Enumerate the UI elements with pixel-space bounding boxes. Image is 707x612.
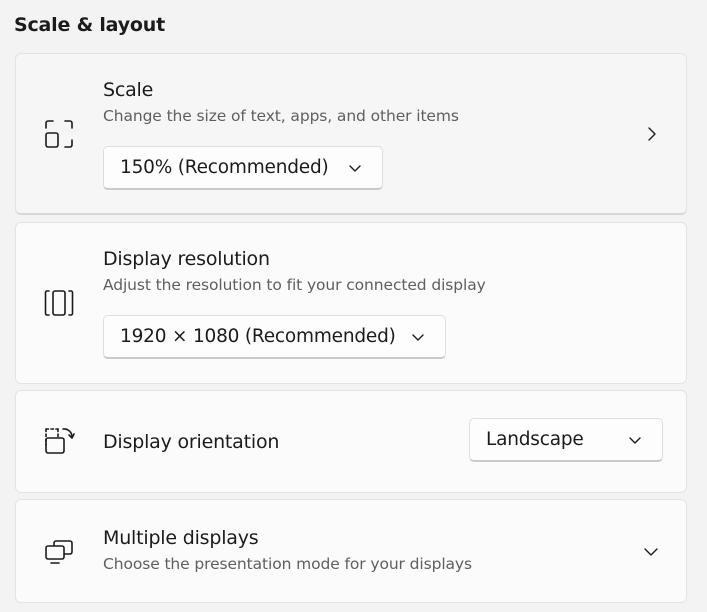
multiple-displays-card[interactable]: Multiple displays Choose the presentatio… — [15, 499, 687, 603]
scale-title: Scale — [103, 79, 154, 101]
resolution-icon — [44, 290, 74, 316]
scale-subtitle: Change the size of text, apps, and other… — [103, 107, 459, 125]
orientation-dropdown[interactable]: Landscape — [469, 418, 663, 462]
orientation-dropdown-value: Landscape — [486, 429, 584, 450]
chevron-down-icon — [412, 334, 424, 341]
chevron-right-icon[interactable] — [644, 126, 660, 142]
scale-card[interactable]: Scale Change the size of text, apps, and… — [15, 53, 687, 215]
resolution-card: Display resolution Adjust the resolution… — [15, 222, 687, 384]
scale-dropdown[interactable]: 150% (Recommended) — [103, 146, 383, 190]
resolution-subtitle: Adjust the resolution to fit your connec… — [103, 276, 486, 294]
chevron-down-icon — [629, 437, 641, 444]
chevron-down-icon[interactable] — [643, 544, 659, 560]
scale-icon — [45, 120, 73, 148]
multiple-displays-title: Multiple displays — [103, 527, 259, 549]
scale-dropdown-value: 150% (Recommended) — [120, 157, 329, 178]
orientation-card: Display orientation Landscape — [15, 390, 687, 493]
section-title: Scale & layout — [14, 14, 165, 36]
resolution-title: Display resolution — [103, 248, 270, 270]
resolution-dropdown[interactable]: 1920 × 1080 (Recommended) — [103, 315, 446, 359]
multiple-displays-subtitle: Choose the presentation mode for your di… — [103, 555, 472, 573]
multiple-displays-icon — [45, 540, 73, 564]
resolution-dropdown-value: 1920 × 1080 (Recommended) — [120, 326, 396, 347]
orientation-icon — [45, 428, 75, 454]
chevron-down-icon — [349, 165, 361, 172]
orientation-title: Display orientation — [103, 431, 280, 453]
